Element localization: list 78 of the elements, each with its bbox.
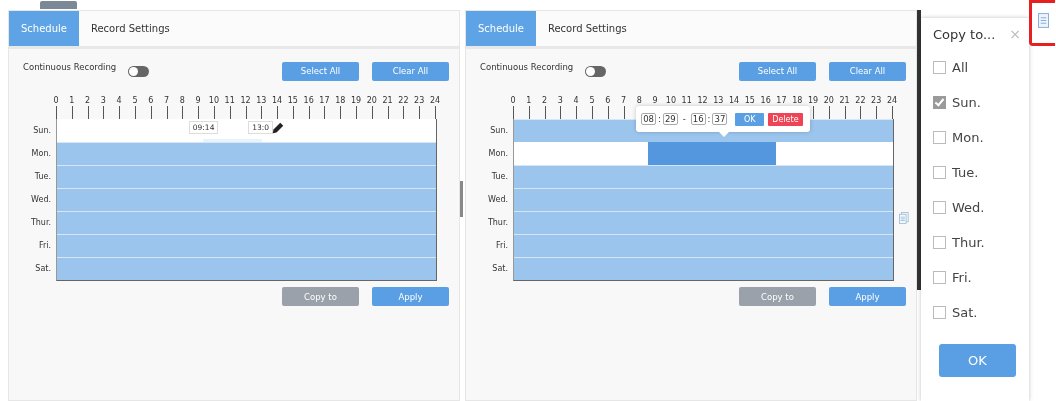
day-label: Thur. <box>29 217 51 229</box>
hour-label: 1 <box>69 96 75 105</box>
hour-label: 12 <box>240 96 251 105</box>
hour-label: 19 <box>807 96 819 105</box>
hour-label: 5 <box>589 96 595 105</box>
hour-label: 8 <box>636 96 642 105</box>
checkbox-label: All <box>952 60 969 75</box>
checkbox-label: Sun. <box>952 95 981 110</box>
day-label: Fri. <box>494 240 508 252</box>
option-label: Continuous Recording <box>480 62 574 72</box>
separator: : <box>707 114 711 124</box>
hour-label: 6 <box>148 96 154 105</box>
hour-label: 0 <box>53 96 59 105</box>
hour-label: 11 <box>681 96 692 105</box>
checkbox-label: Mon. <box>952 130 984 145</box>
option-label: Continuous Recording <box>23 62 117 72</box>
hour-label: 21 <box>839 96 850 105</box>
hour-label: 7 <box>164 96 170 105</box>
hour-label: 9 <box>652 96 658 105</box>
hour-label: 10 <box>208 96 219 105</box>
day-label: Wed. <box>487 194 508 206</box>
hour-label: 1 <box>526 96 532 105</box>
hour-label: 9 <box>195 96 201 105</box>
day-label: Tue. <box>33 171 51 183</box>
checkbox-label: Fri. <box>952 270 972 285</box>
day-label: Tue. <box>490 171 508 183</box>
day-label: Sun. <box>489 125 508 137</box>
separator: - <box>682 114 686 124</box>
checkbox-label: Thur. <box>952 235 985 250</box>
hour-label: 13 <box>256 96 267 105</box>
day-label: Wed. <box>30 194 51 206</box>
day-label: Thur. <box>486 217 508 229</box>
hour-label: 13 <box>713 96 724 105</box>
hour-label: 6 <box>605 96 611 105</box>
hour-label: 2 <box>542 96 548 105</box>
hour-label: 14 <box>272 96 283 105</box>
hour-label: 16 <box>303 96 314 105</box>
day-label: Fri. <box>37 240 51 252</box>
hour-label: 11 <box>224 96 235 105</box>
hour-label: 18 <box>792 96 803 105</box>
hour-label: 24 <box>429 96 441 105</box>
hour-label: 7 <box>621 96 627 105</box>
hour-label: 18 <box>335 96 346 105</box>
hour-label: 10 <box>665 96 676 105</box>
hour-label: 22 <box>398 96 409 105</box>
hour-label: 16 <box>760 96 771 105</box>
hour-label: 19 <box>350 96 362 105</box>
separator: : <box>658 114 661 124</box>
checkbox-label: Sat. <box>952 305 978 320</box>
hour-label: 2 <box>85 96 91 105</box>
checkbox-label: Tue. <box>952 165 979 180</box>
hour-label: 22 <box>855 96 866 105</box>
hour-label: 4 <box>573 96 579 105</box>
hour-label: 24 <box>886 96 898 105</box>
hour-label: 8 <box>179 96 185 105</box>
day-label: Mon. <box>30 148 51 160</box>
dialog-title: Copy to... <box>933 26 996 42</box>
hour-label: 15 <box>287 96 298 105</box>
day-label: Mon. <box>487 148 508 160</box>
hour-label: 3 <box>557 96 563 105</box>
hour-label: 12 <box>697 96 708 105</box>
hour-label: 17 <box>319 96 330 105</box>
day-label: Sun. <box>32 125 51 137</box>
hour-label: 0 <box>510 96 516 105</box>
day-label: Sat. <box>34 263 51 275</box>
hour-label: 23 <box>871 96 882 105</box>
hour-label: 23 <box>414 96 425 105</box>
hour-label: 15 <box>744 96 755 105</box>
hour-label: 20 <box>823 96 834 105</box>
hour-label: 4 <box>116 96 122 105</box>
hour-label: 3 <box>100 96 106 105</box>
hour-label: 17 <box>776 96 787 105</box>
checkbox-label: Wed. <box>952 200 985 215</box>
hour-label: 21 <box>382 96 393 105</box>
day-label: Sat. <box>491 263 508 275</box>
hour-label: 14 <box>729 96 740 105</box>
hour-label: 5 <box>132 96 138 105</box>
hour-label: 20 <box>366 96 377 105</box>
